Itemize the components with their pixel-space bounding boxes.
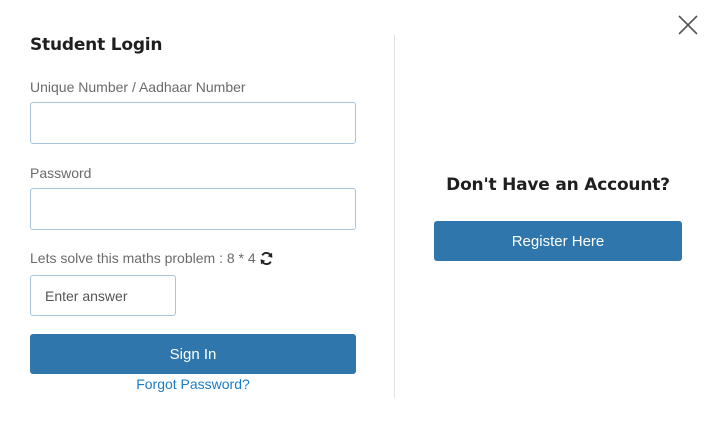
password-input[interactable]	[30, 188, 356, 230]
login-modal: Student Login Unique Number / Aadhaar Nu…	[0, 0, 713, 429]
uid-label: Unique Number / Aadhaar Number	[30, 79, 246, 95]
page-title: Student Login	[30, 35, 163, 55]
captcha-row: Lets solve this maths problem : 8 * 4	[30, 250, 274, 266]
close-icon	[675, 12, 701, 38]
password-label: Password	[30, 165, 92, 181]
login-panel: Student Login Unique Number / Aadhaar Nu…	[30, 0, 356, 429]
captcha-answer-input[interactable]	[30, 275, 176, 316]
register-button[interactable]: Register Here	[434, 221, 682, 261]
captcha-label: Lets solve this maths problem : 8 * 4	[30, 250, 256, 266]
sign-in-button[interactable]: Sign In	[30, 334, 356, 374]
uid-input[interactable]	[30, 102, 356, 144]
register-heading: Don't Have an Account?	[446, 175, 670, 195]
panel-divider	[394, 35, 395, 398]
close-button[interactable]	[675, 12, 701, 38]
refresh-icon[interactable]	[259, 251, 274, 266]
forgot-password-link[interactable]: Forgot Password?	[30, 376, 356, 392]
